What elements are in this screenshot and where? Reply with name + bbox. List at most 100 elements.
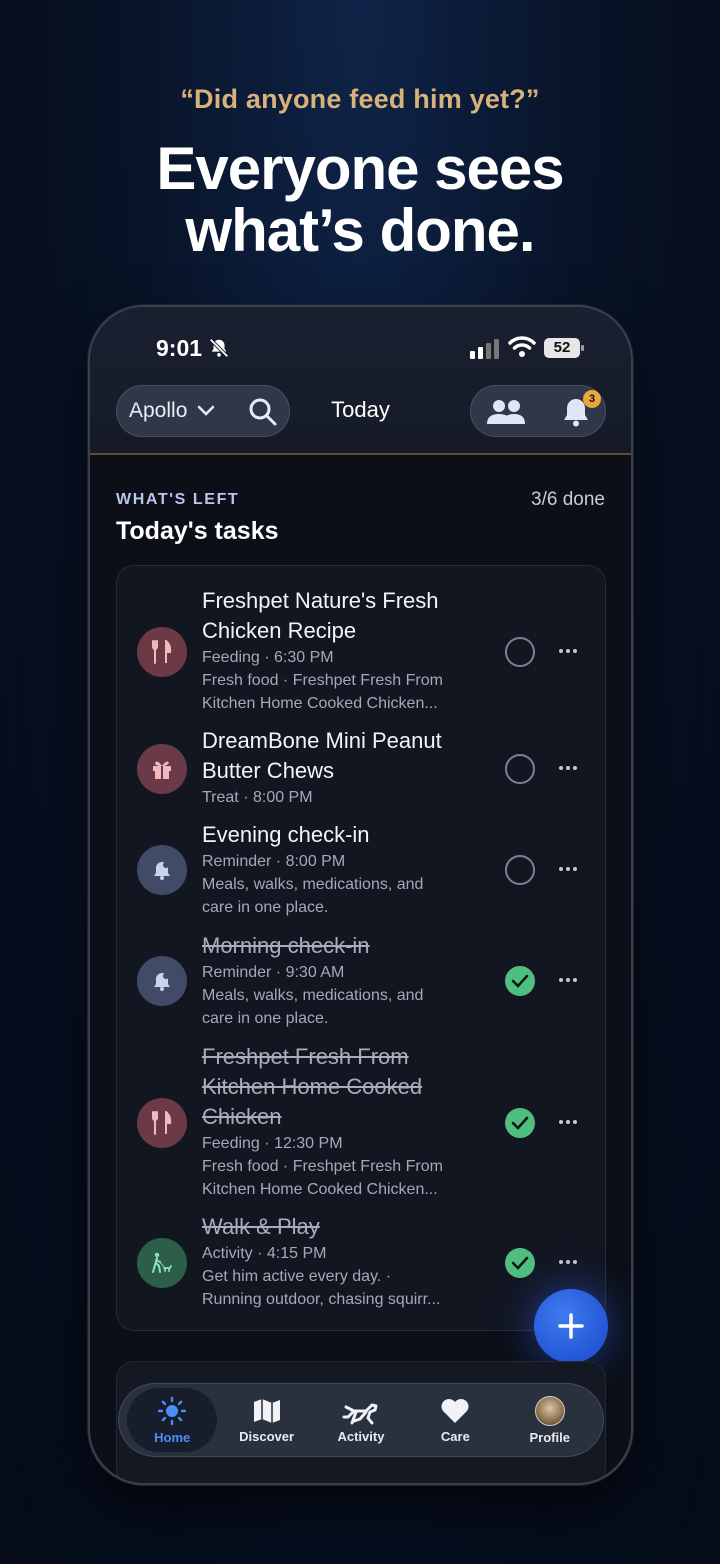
task-meta: Reminder · 9:30 AM (202, 964, 345, 981)
task-desc-line: Get him active every day. · (202, 1268, 392, 1285)
task-desc-line: Meals, walks, medications, and (202, 987, 424, 1004)
task-desc-line: Meals, walks, medications, and (202, 876, 424, 893)
task-title: Freshpet Fresh From Kitchen Home Cooked … (202, 1042, 482, 1132)
more-options-icon[interactable] (559, 649, 579, 655)
task-title: DreamBone Mini Peanut Butter Chews (202, 726, 482, 786)
task-meta: Feeding · 6:30 PM (202, 649, 334, 666)
headline-line-1: Everyone sees (156, 135, 564, 202)
list-item[interactable]: Walk & Play Activity · 4:15 PM Get him a… (117, 1212, 605, 1312)
notification-badge: 3 (583, 390, 601, 408)
task-title-line: Freshpet Nature's Fresh (202, 588, 439, 613)
task-title: Evening check-in (202, 822, 370, 847)
task-checkbox-checked[interactable] (505, 1108, 535, 1138)
task-text: Freshpet Nature's Fresh Chicken Recipe F… (202, 586, 482, 715)
task-icon-container (137, 1238, 187, 1288)
task-desc-line: Fresh food · Freshpet Fresh From (202, 1158, 443, 1175)
wifi-icon (508, 336, 536, 357)
more-options-icon[interactable] (559, 1120, 579, 1126)
task-checkbox[interactable] (505, 637, 535, 667)
task-text: Evening check-in Reminder · 8:00 PM Meal… (202, 820, 482, 919)
task-title: Freshpet Nature's Fresh Chicken Recipe (202, 586, 482, 646)
battery-indicator: 52 (544, 338, 584, 358)
bell-icon (154, 862, 170, 880)
tab-discover[interactable]: Discover (222, 1388, 312, 1452)
task-list: Freshpet Nature's Fresh Chicken Recipe F… (116, 565, 606, 1331)
header-actions: 3 (470, 385, 606, 437)
tab-activity[interactable]: Activity (316, 1388, 406, 1452)
task-desc-line: Running outdoor, chasing squirr... (202, 1291, 441, 1308)
tab-bar: Home Discover Activity Care Profile (118, 1383, 604, 1457)
task-title-line: DreamBone Mini Peanut (202, 728, 442, 753)
task-icon-container (137, 1098, 187, 1148)
heart-icon (441, 1398, 469, 1423)
phone-frame: 9:01 52 Apollo Today 3 WHAT'S LEFT 3/6 d… (88, 305, 633, 1485)
more-options-icon[interactable] (559, 867, 579, 873)
task-desc-line: Fresh food · Freshpet Fresh From (202, 672, 443, 689)
task-meta: Activity · 4:15 PM (202, 1245, 327, 1262)
checkmark-icon (511, 1116, 529, 1130)
status-time: 9:01 (156, 335, 203, 361)
task-checkbox-checked[interactable] (505, 966, 535, 996)
tab-label: Profile (529, 1429, 570, 1445)
task-text: DreamBone Mini Peanut Butter Chews Treat… (202, 726, 482, 809)
task-icon-container (137, 627, 187, 677)
task-checkbox[interactable] (505, 754, 535, 784)
people-icon[interactable] (485, 398, 527, 426)
list-item[interactable]: Evening check-in Reminder · 8:00 PM Meal… (117, 820, 605, 920)
more-options-icon[interactable] (559, 1260, 579, 1266)
task-meta: Treat · 8:00 PM (202, 789, 313, 806)
task-title-line: Chicken Recipe (202, 618, 357, 643)
task-meta: Reminder · 8:00 PM (202, 853, 346, 870)
bell-icon (154, 973, 170, 991)
tab-care[interactable]: Care (410, 1388, 500, 1452)
list-item[interactable]: Morning check-in Reminder · 9:30 AM Meal… (117, 931, 605, 1031)
headline: Everyone sees what’s done. (0, 138, 720, 262)
headline-line-2: what’s done. (185, 197, 535, 264)
list-item[interactable]: Freshpet Fresh From Kitchen Home Cooked … (117, 1042, 605, 1202)
task-desc-line: Kitchen Home Cooked Chicken... (202, 1181, 438, 1198)
tagline-quote: “Did anyone feed him yet?” (180, 84, 540, 114)
avatar (534, 1395, 565, 1426)
tab-label: Home (154, 1429, 191, 1445)
bell-off-icon (209, 338, 229, 358)
task-title: Walk & Play (202, 1214, 320, 1239)
task-text: Walk & Play Activity · 4:15 PM Get him a… (202, 1212, 482, 1311)
task-icon-container (137, 845, 187, 895)
task-title-line: Butter Chews (202, 758, 335, 783)
task-text: Morning check-in Reminder · 9:30 AM Meal… (202, 931, 482, 1030)
fork-knife-icon (152, 1111, 172, 1135)
tab-label: Care (440, 1428, 470, 1444)
task-checkbox-checked[interactable] (505, 1248, 535, 1278)
tab-home[interactable]: Home (127, 1388, 218, 1452)
task-desc-line: Kitchen Home Cooked Chicken... (202, 695, 438, 712)
gift-icon (153, 761, 171, 779)
task-icon-container (137, 956, 187, 1006)
add-task-button[interactable] (534, 1289, 608, 1363)
tab-label: Activity (337, 1428, 385, 1444)
task-desc-line: care in one place. (202, 1010, 329, 1027)
tab-label: Discover (239, 1428, 295, 1444)
progress-count: 3/6 done (531, 489, 605, 510)
task-text: Freshpet Fresh From Kitchen Home Cooked … (202, 1042, 482, 1201)
task-title-line: Freshpet Fresh From (202, 1044, 409, 1069)
running-dog-icon (342, 1403, 378, 1424)
task-desc-line: care in one place. (202, 899, 329, 916)
more-options-icon[interactable] (559, 978, 579, 984)
section-kicker: WHAT'S LEFT (116, 491, 240, 508)
checkmark-icon (511, 974, 529, 988)
plus-icon (558, 1313, 584, 1339)
list-item[interactable]: DreamBone Mini Peanut Butter Chews Treat… (117, 726, 605, 810)
task-title: Morning check-in (202, 933, 370, 958)
tab-profile[interactable]: Profile (505, 1388, 595, 1452)
task-title-line: Chicken (202, 1104, 282, 1129)
task-title-line: Kitchen Home Cooked (202, 1074, 423, 1099)
list-item[interactable]: Freshpet Nature's Fresh Chicken Recipe F… (117, 586, 605, 716)
checkmark-icon (511, 1256, 529, 1270)
section-title: Today's tasks (116, 517, 279, 545)
sun-icon (157, 1396, 187, 1425)
walking-dog-icon (152, 1252, 172, 1273)
more-options-icon[interactable] (559, 766, 579, 772)
task-icon-container (137, 744, 187, 794)
task-checkbox[interactable] (505, 855, 535, 885)
map-icon (253, 1398, 280, 1423)
